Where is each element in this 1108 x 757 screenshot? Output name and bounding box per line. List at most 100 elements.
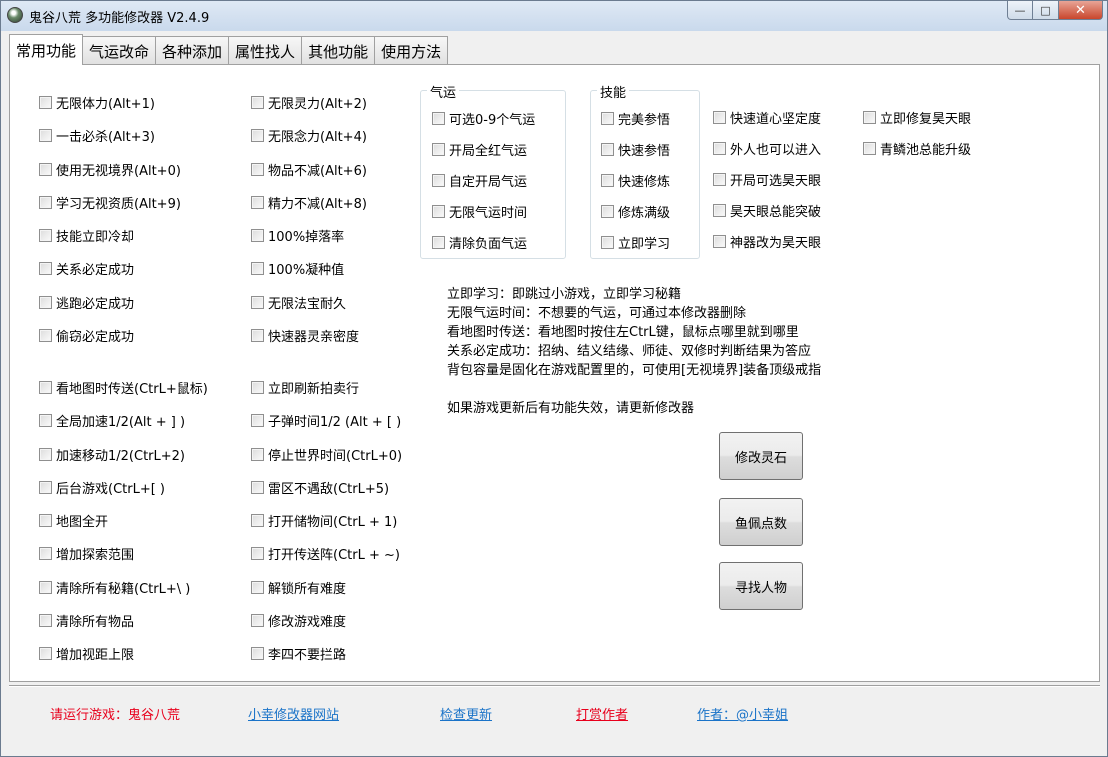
checkbox-option[interactable]: 一击必杀(Alt+3) (39, 126, 155, 145)
checkbox-box[interactable] (601, 143, 614, 156)
find-person-button[interactable]: 寻找人物 (719, 562, 803, 610)
checkbox-option[interactable]: 快速修炼 (601, 171, 670, 190)
checkbox-option[interactable]: 使用无视境界(Alt+0) (39, 160, 181, 179)
tab-other[interactable]: 其他功能 (302, 36, 376, 65)
checkbox-box[interactable] (251, 96, 264, 109)
checkbox-box[interactable] (432, 143, 445, 156)
checkbox-option[interactable]: 快速道心坚定度 (713, 108, 821, 127)
checkbox-box[interactable] (713, 173, 726, 186)
checkbox-option[interactable]: 关系必定成功 (39, 259, 134, 278)
checkbox-box[interactable] (713, 142, 726, 155)
modify-spirit-stone-button[interactable]: 修改灵石 (719, 432, 803, 480)
checkbox-option[interactable]: 看地图时传送(CtrL+鼠标) (39, 378, 208, 397)
checkbox-box[interactable] (432, 174, 445, 187)
close-button[interactable]: ✕ (1059, 1, 1103, 20)
checkbox-box[interactable] (39, 614, 52, 627)
tab-usage[interactable]: 使用方法 (375, 36, 449, 65)
checkbox-box[interactable] (713, 204, 726, 217)
checkbox-option[interactable]: 物品不减(Alt+6) (251, 160, 367, 179)
checkbox-option[interactable]: 清除所有物品 (39, 611, 134, 630)
checkbox-box[interactable] (39, 481, 52, 494)
checkbox-option[interactable]: 自定开局气运 (432, 171, 527, 190)
checkbox-option[interactable]: 开局全红气运 (432, 140, 527, 159)
donate-link[interactable]: 打赏作者 (576, 704, 628, 723)
tab-add[interactable]: 各种添加 (156, 36, 230, 65)
checkbox-option[interactable]: 增加视距上限 (39, 644, 134, 663)
checkbox-box[interactable] (39, 414, 52, 427)
checkbox-option[interactable]: 加速移动1/2(CtrL+2) (39, 445, 185, 464)
checkbox-box[interactable] (251, 196, 264, 209)
checkbox-option[interactable]: 修改游戏难度 (251, 611, 346, 630)
checkbox-option[interactable]: 精力不减(Alt+8) (251, 193, 367, 212)
checkbox-option[interactable]: 青鳞池总能升级 (863, 139, 971, 158)
checkbox-box[interactable] (601, 236, 614, 249)
checkbox-option[interactable]: 外人也可以进入 (713, 139, 821, 158)
checkbox-option[interactable]: 无限气运时间 (432, 202, 527, 221)
checkbox-option[interactable]: 后台游戏(CtrL+[ ) (39, 478, 165, 497)
checkbox-option[interactable]: 立即学习 (601, 233, 670, 252)
checkbox-box[interactable] (251, 448, 264, 461)
checkbox-box[interactable] (39, 329, 52, 342)
checkbox-box[interactable] (39, 296, 52, 309)
checkbox-box[interactable] (863, 142, 876, 155)
checkbox-box[interactable] (39, 514, 52, 527)
fish-points-button[interactable]: 鱼佩点数 (719, 498, 803, 546)
checkbox-option[interactable]: 完美参悟 (601, 109, 670, 128)
checkbox-option[interactable]: 逃跑必定成功 (39, 293, 134, 312)
checkbox-box[interactable] (251, 381, 264, 394)
checkbox-option[interactable]: 李四不要拦路 (251, 644, 346, 663)
checkbox-box[interactable] (713, 235, 726, 248)
checkbox-option[interactable]: 无限念力(Alt+4) (251, 126, 367, 145)
checkbox-box[interactable] (601, 112, 614, 125)
checkbox-option[interactable]: 雷区不遇敌(CtrL+5) (251, 478, 389, 497)
checkbox-box[interactable] (39, 229, 52, 242)
checkbox-box[interactable] (713, 111, 726, 124)
checkbox-box[interactable] (39, 262, 52, 275)
checkbox-box[interactable] (251, 262, 264, 275)
checkbox-option[interactable]: 立即刷新拍卖行 (251, 378, 359, 397)
check-update-link[interactable]: 检查更新 (440, 704, 492, 723)
checkbox-box[interactable] (251, 547, 264, 560)
checkbox-option[interactable]: 无限法宝耐久 (251, 293, 346, 312)
checkbox-option[interactable]: 无限体力(Alt+1) (39, 93, 155, 112)
checkbox-box[interactable] (251, 481, 264, 494)
checkbox-option[interactable]: 修炼满级 (601, 202, 670, 221)
checkbox-box[interactable] (39, 647, 52, 660)
checkbox-option[interactable]: 快速器灵亲密度 (251, 326, 359, 345)
tab-attributes[interactable]: 属性找人 (229, 36, 303, 65)
checkbox-box[interactable] (432, 236, 445, 249)
tab-common[interactable]: 常用功能 (9, 34, 84, 65)
checkbox-option[interactable]: 昊天眼总能突破 (713, 201, 821, 220)
checkbox-box[interactable] (39, 381, 52, 394)
checkbox-option[interactable]: 神器改为昊天眼 (713, 232, 821, 251)
checkbox-box[interactable] (251, 163, 264, 176)
checkbox-box[interactable] (39, 448, 52, 461)
checkbox-box[interactable] (251, 229, 264, 242)
checkbox-option[interactable]: 清除负面气运 (432, 233, 527, 252)
checkbox-box[interactable] (39, 581, 52, 594)
checkbox-box[interactable] (601, 205, 614, 218)
checkbox-option[interactable]: 学习无视资质(Alt+9) (39, 193, 181, 212)
checkbox-option[interactable]: 停止世界时间(CtrL+0) (251, 445, 402, 464)
checkbox-box[interactable] (251, 614, 264, 627)
checkbox-box[interactable] (39, 547, 52, 560)
maximize-button[interactable]: □ (1033, 1, 1059, 20)
checkbox-box[interactable] (432, 112, 445, 125)
checkbox-box[interactable] (39, 96, 52, 109)
checkbox-box[interactable] (251, 514, 264, 527)
checkbox-option[interactable]: 技能立即冷却 (39, 226, 134, 245)
checkbox-box[interactable] (251, 329, 264, 342)
checkbox-option[interactable]: 开局可选昊天眼 (713, 170, 821, 189)
tab-fortune[interactable]: 气运改命 (83, 36, 157, 65)
checkbox-option[interactable]: 100%凝种值 (251, 259, 344, 278)
minimize-button[interactable]: — (1007, 1, 1033, 20)
checkbox-option[interactable]: 偷窃必定成功 (39, 326, 134, 345)
checkbox-option[interactable]: 可选0-9个气运 (432, 109, 535, 128)
checkbox-box[interactable] (251, 129, 264, 142)
checkbox-option[interactable]: 增加探索范围 (39, 544, 134, 563)
checkbox-box[interactable] (39, 196, 52, 209)
checkbox-box[interactable] (251, 647, 264, 660)
checkbox-box[interactable] (251, 581, 264, 594)
checkbox-box[interactable] (601, 174, 614, 187)
checkbox-box[interactable] (251, 414, 264, 427)
